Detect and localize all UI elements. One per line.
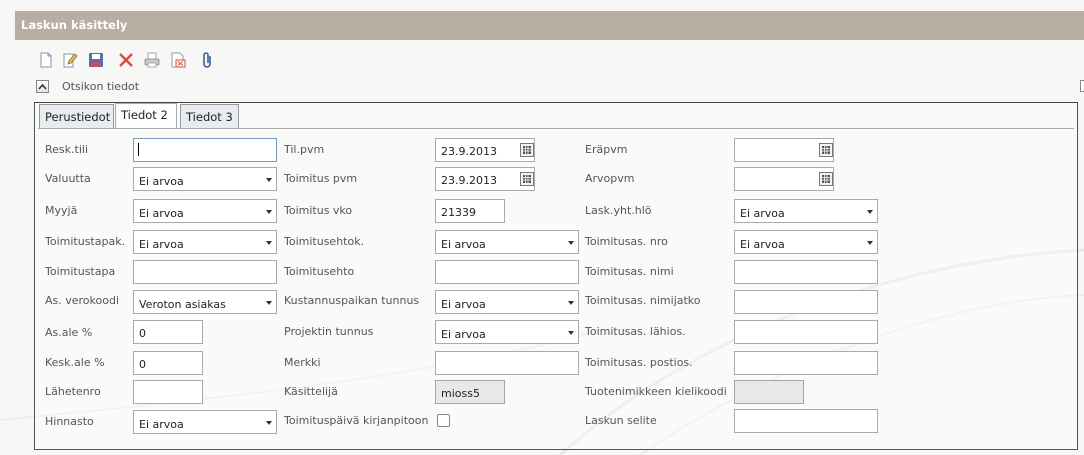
label-lask-yht-hlo: Lask.yht.hlö [585,204,652,217]
toimitusas-nro-select-value: Ei arvoa [740,238,785,251]
label-toimitustapa: Toimitustapa [45,265,116,278]
label-as-ale: As.ale % [45,326,93,339]
tab-tiedot-2[interactable]: Tiedot 2 [115,103,177,129]
label-toimitusas-nro: Toimitusas. nro [585,235,668,248]
window-title: Laskun käsittely [21,18,128,32]
save-icon[interactable] [88,51,104,69]
label-projektin-tunnus: Projektin tunnus [284,325,374,338]
dropdown-arrow-icon [568,241,574,245]
dropdown-arrow-icon [266,178,272,182]
label-myyja: Myyjä [45,204,78,217]
label-toimitusas-nimijatko: Toimitusas. nimijatko [585,294,701,307]
calendar-icon[interactable] [520,172,534,186]
label-toimitus-pvm: Toimitus pvm [284,172,358,185]
toimitustapak-select[interactable]: Ei arvoa [133,230,277,254]
toimitusehtok-select-value: Ei arvoa [441,238,486,251]
label-lahetenro: Lähetenro [45,385,101,398]
label-toimitusehto: Toimitusehto [284,265,355,278]
kustannuspaikan-tunnus-select-value: Ei arvoa [441,298,486,311]
edit-icon[interactable] [62,51,78,69]
kesk-ale-input[interactable]: 0 [133,351,203,375]
toimitusehto-input[interactable] [435,260,579,284]
toimitusas-nimi-input[interactable] [734,260,878,284]
tab-perustiedot[interactable]: Perustiedot [39,104,114,128]
delete-icon[interactable] [118,51,134,69]
dropdown-arrow-icon [568,331,574,335]
valuutta-select[interactable]: Ei arvoa [133,167,277,191]
toimitustapa-input[interactable] [133,260,277,284]
label-resk-tili: Resk.tili [45,143,88,156]
toimituspaiva-kirjanpitoon-checkbox[interactable] [437,414,450,427]
label-erapvm: Eräpvm [585,143,628,156]
kasittelija-field: mioss5 [435,380,505,404]
as-verokoodi-select[interactable]: Veroton asiakas [133,290,277,314]
dropdown-arrow-icon [867,210,873,214]
label-tuotenimikkeen-kielikoodi: Tuotenimikkeen kielikoodi [585,385,727,398]
lask-yht-hlo-select-value: Ei arvoa [740,207,785,220]
label-toimitusas-nimi: Toimitusas. nimi [585,265,674,278]
kustannuspaikan-tunnus-select[interactable]: Ei arvoa [435,290,579,314]
text-caret [138,143,139,156]
toimitustapak-select-value: Ei arvoa [139,238,184,251]
toimitusas-postios-input[interactable] [734,351,878,375]
as-verokoodi-select-value: Veroton asiakas [139,298,226,311]
dropdown-arrow-icon [266,241,272,245]
label-toimitustapak: Toimitustapak. [45,235,126,248]
label-toimitusas-lahios: Toimitusas. lähios. [585,325,686,338]
toimitus-vko-input[interactable]: 21339 [435,199,505,223]
dropdown-arrow-icon [568,301,574,305]
dropdown-arrow-icon [266,210,272,214]
laskun-selite-input[interactable] [734,409,878,433]
calendar-icon[interactable] [520,143,534,157]
print-icon[interactable] [144,51,160,69]
projektin-tunnus-select[interactable]: Ei arvoa [435,320,579,344]
tab-tiedot-3[interactable]: Tiedot 3 [180,104,239,128]
label-hinnasto: Hinnasto [45,415,94,428]
lahetenro-input[interactable] [133,380,203,404]
hinnasto-select[interactable]: Ei arvoa [133,410,277,434]
header-section-label: Otsikon tiedot [62,80,140,93]
label-kesk-ale: Kesk.ale % [45,356,105,369]
as-ale-input[interactable]: 0 [133,320,203,344]
export-excel-icon[interactable] [170,51,186,69]
resk-tili-input[interactable] [133,138,277,162]
calendar-icon[interactable] [819,143,833,157]
chevron-up-icon [38,83,47,90]
dropdown-arrow-icon [266,421,272,425]
label-toimitus-vko: Toimitus vko [284,204,353,217]
window-title-bar: Laskun käsittely [15,11,1084,40]
hinnasto-select-value: Ei arvoa [139,418,184,431]
attachment-icon[interactable] [200,51,216,69]
valuutta-select-value: Ei arvoa [139,175,184,188]
projektin-tunnus-select-value: Ei arvoa [441,328,486,341]
tab-divider [38,128,1074,129]
label-til-pvm: Til.pvm [284,143,325,156]
label-valuutta: Valuutta [45,172,91,185]
side-toggle[interactable] [1080,80,1084,92]
label-laskun-selite: Laskun selite [585,414,657,427]
toimitusas-nimijatko-input[interactable] [734,290,878,314]
label-toimituspaiva-kirjanpitoon: Toimituspäivä kirjanpitoon [284,414,429,427]
merkki-input[interactable] [435,351,579,375]
label-toimitusas-postios: Toimitusas. postios. [585,356,693,369]
new-document-icon[interactable] [38,51,54,69]
toimitusas-nro-select[interactable]: Ei arvoa [734,230,878,254]
dropdown-arrow-icon [867,241,873,245]
label-kustannuspaikan-tunnus: Kustannuspaikan tunnus [284,294,420,307]
label-arvopvm: Arvopvm [585,172,635,185]
toimitusas-lahios-input[interactable] [734,320,878,344]
toimitusehtok-select[interactable]: Ei arvoa [435,230,579,254]
dropdown-arrow-icon [266,301,272,305]
label-kasittelija: Käsittelijä [284,385,338,398]
tuotenimikkeen-kielikoodi-field [734,380,804,404]
label-toimitusehtok: Toimitusehtok. [284,235,365,248]
lask-yht-hlo-select[interactable]: Ei arvoa [734,199,878,223]
label-merkki: Merkki [284,356,321,369]
myyja-select-value: Ei arvoa [139,207,184,220]
collapse-header-button[interactable] [36,80,49,93]
calendar-icon[interactable] [819,172,833,186]
label-as-verokoodi: As. verokoodi [45,294,120,307]
myyja-select[interactable]: Ei arvoa [133,199,277,223]
